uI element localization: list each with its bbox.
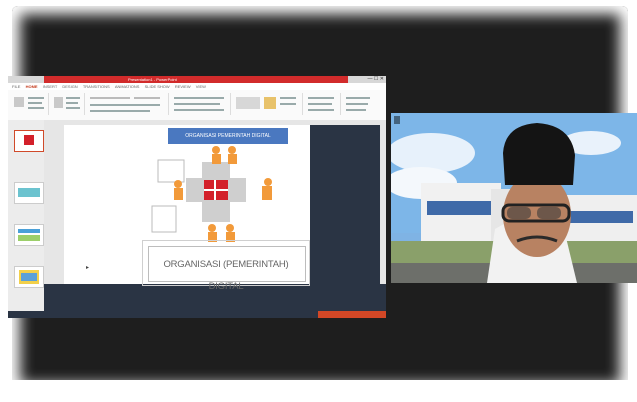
window-title: Presentation1 - PowerPoint	[128, 77, 177, 82]
shape-format-group[interactable]	[304, 93, 341, 115]
tab-design[interactable]: DESIGN	[62, 84, 77, 89]
ribbon-tabs: FILE HOME INSERT DESIGN TRANSITIONS ANIM…	[8, 83, 386, 90]
slides-group[interactable]	[50, 93, 85, 115]
participant-video[interactable]	[391, 113, 637, 283]
font-group[interactable]	[86, 93, 169, 115]
slide-thumbnail-3[interactable]	[14, 224, 44, 246]
participant-name-label	[394, 116, 400, 124]
mouse-pointer-icon: ▸	[86, 265, 90, 271]
tab-transitions[interactable]: TRANSITIONS	[83, 84, 110, 89]
title-bar: Presentation1 - PowerPoint — ☐ ✕	[8, 76, 386, 83]
tab-slide-show[interactable]: SLIDE SHOW	[145, 84, 170, 89]
tab-home[interactable]: HOME	[26, 84, 38, 89]
status-bar	[8, 311, 386, 318]
title-bar-accent	[44, 76, 348, 83]
tab-review[interactable]: REVIEW	[175, 84, 191, 89]
slide-thumbnail-2[interactable]	[14, 182, 44, 204]
slide-thumbnail-4[interactable]	[14, 266, 44, 288]
zoom-controls[interactable]	[318, 311, 386, 318]
paragraph-group[interactable]	[170, 93, 231, 115]
tab-file[interactable]: FILE	[12, 84, 20, 89]
slide-thumbnails	[8, 120, 44, 318]
tab-insert[interactable]: INSERT	[43, 84, 58, 89]
editing-group[interactable]	[342, 93, 380, 115]
ribbon	[8, 90, 386, 121]
slide-caption: ORGANISASI (PEMERINTAH) DIGITAL	[163, 259, 289, 292]
puzzle-people-illustration	[151, 146, 272, 242]
window-controls[interactable]: — ☐ ✕	[368, 76, 384, 83]
tab-animations[interactable]: ANIMATIONS	[115, 84, 140, 89]
drawing-group[interactable]	[232, 93, 303, 115]
slide-thumbnail-1[interactable]	[14, 130, 44, 152]
tab-view[interactable]: VIEW	[196, 84, 206, 89]
bottom-fade	[12, 380, 628, 402]
clipboard-group[interactable]	[10, 93, 49, 115]
